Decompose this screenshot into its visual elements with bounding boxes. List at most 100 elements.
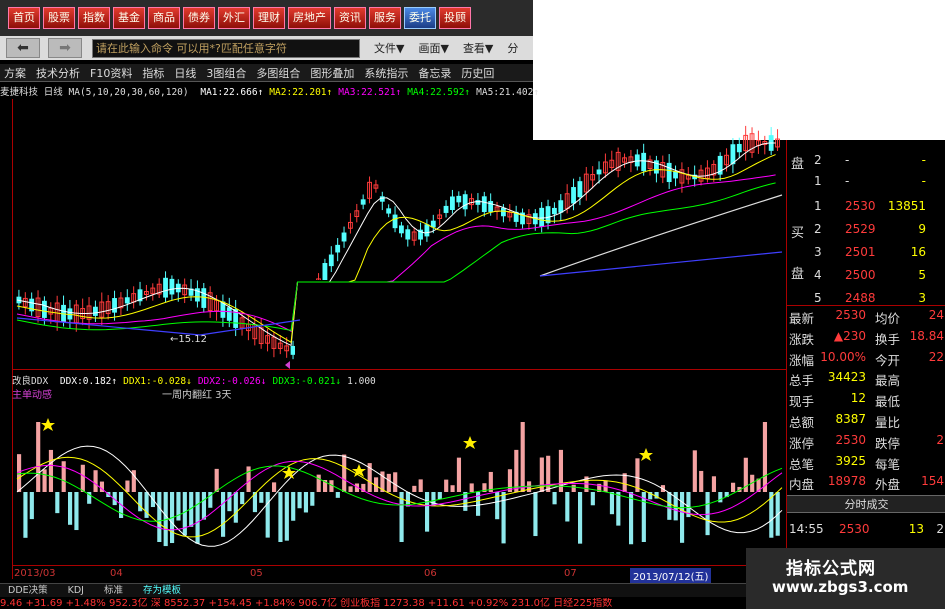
- candle-body: [641, 152, 647, 172]
- stat-row: 最新 2530 均价 24: [787, 307, 945, 327]
- ddx-bar: [265, 492, 270, 538]
- level: 3: [814, 245, 822, 259]
- stat-label: 总手: [789, 373, 815, 389]
- indicator-tab-0[interactable]: DDE决策: [0, 584, 56, 597]
- ddx-bar: [335, 492, 340, 498]
- volume: 13851: [887, 199, 926, 213]
- ddx-bar: [48, 449, 54, 492]
- candle-body: [430, 220, 436, 228]
- ddx-bar: [578, 492, 583, 544]
- stat-row: 总笔 3925 每笔: [787, 453, 945, 473]
- stat-value: 18978: [827, 474, 866, 489]
- quote-row: 1 - -: [787, 171, 945, 194]
- watermark: 指标公式网 www.zbgs3.com: [746, 548, 945, 609]
- level: 4: [814, 268, 822, 282]
- price: 2500: [845, 268, 876, 282]
- candle-body: [360, 199, 366, 205]
- trade-extra: 2: [936, 522, 944, 536]
- ddx-bar: [571, 484, 576, 492]
- indicator-number: 0.182: [82, 376, 112, 387]
- stat-label-2: 换手: [875, 331, 901, 347]
- quote-row: 2 2529 9: [787, 219, 945, 242]
- stat-label: 涨幅: [789, 352, 815, 368]
- ddx-bar: [36, 422, 41, 492]
- quote-panel: 盘 2- -1- - 买盘 1 2530 13851 2 2529 9 3 2501 16 4 2500 5 5 2…: [786, 140, 945, 580]
- indicator-sub-label: 主单动感: [12, 390, 52, 401]
- scroll-marker-icon[interactable]: [285, 361, 290, 369]
- ddx-bar: [469, 483, 474, 492]
- candle-body: [558, 200, 564, 213]
- candle-body: [730, 144, 736, 165]
- ddx-bar: [55, 492, 60, 514]
- candle-body: [539, 207, 545, 227]
- volume: -: [921, 153, 926, 167]
- level: 1: [814, 174, 822, 188]
- ddx-bar: [731, 482, 736, 492]
- ddx-bar: [348, 486, 353, 492]
- low-price-label: ←15.12: [170, 334, 207, 345]
- ddx-bar: [431, 492, 436, 507]
- indicator-tab-2[interactable]: 标准: [96, 584, 131, 597]
- stat-value: 34423: [827, 370, 866, 385]
- quote-row: 1 2530 13851: [787, 196, 945, 219]
- indicator-tab-1[interactable]: KDJ: [60, 584, 92, 597]
- stat-label: 现手: [789, 394, 815, 410]
- candle-body: [93, 306, 98, 316]
- date-label-5: 2013/07/12(五): [630, 568, 712, 583]
- ddx-bar: [342, 454, 347, 492]
- ddx-bar: [699, 470, 704, 492]
- star-icon: [463, 436, 477, 449]
- price: 2488: [845, 291, 876, 305]
- candle-body: [736, 143, 742, 153]
- ddx-bar: [450, 485, 455, 492]
- candle-body: [501, 207, 506, 217]
- candle-body: [462, 194, 468, 210]
- ddx-bar: [418, 479, 423, 492]
- ddx-bar: [629, 492, 634, 545]
- indicator-tab-3[interactable]: 存为模板: [135, 584, 189, 597]
- ddx-bar: [546, 455, 551, 492]
- candle-body: [42, 300, 47, 318]
- ddx-bar: [303, 492, 309, 513]
- ddx-bar: [680, 492, 685, 543]
- ddx-bar: [284, 492, 289, 541]
- ddx-bar: [74, 492, 79, 531]
- candle-body: [552, 207, 557, 215]
- ddx-bar: [667, 492, 672, 520]
- ddx-bar: [705, 492, 710, 536]
- candle-body: [169, 278, 175, 295]
- stat-value-2: 22: [928, 349, 944, 364]
- ddx-bar: [221, 492, 226, 537]
- stat-label-2: 量比: [875, 415, 901, 430]
- time-sales-header[interactable]: 分时成交: [787, 495, 945, 513]
- ddx-bar: [520, 422, 525, 492]
- stat-row: 现手 12 最低: [787, 390, 945, 410]
- ddx-bar: [565, 492, 570, 522]
- ddx-bar: [310, 492, 315, 506]
- ddx-bar: [42, 469, 47, 492]
- candle-body: [328, 254, 334, 267]
- stat-label-2: 外盘: [875, 477, 901, 493]
- volume: -: [921, 174, 926, 188]
- ddx-bar: [507, 469, 513, 492]
- ddx-bar: [227, 492, 232, 512]
- indicator-arrow: ↑: [111, 376, 118, 387]
- ddx-bar: [125, 480, 130, 492]
- trade-time: 14:55: [789, 522, 824, 536]
- candle-body: [443, 205, 449, 213]
- ddx-bar: [29, 492, 34, 520]
- indicator-number: -0.026: [226, 376, 261, 387]
- price: 2501: [845, 245, 876, 259]
- stat-label: 最新: [789, 311, 815, 326]
- ddx-bar: [533, 492, 538, 537]
- indicator-value-4: 1.000: [347, 376, 376, 387]
- stat-value: ▲230: [833, 328, 866, 343]
- ddx-bar: [412, 485, 417, 492]
- candle-body: [405, 229, 411, 240]
- candle-body: [450, 196, 455, 211]
- quote-row: 2 - -: [787, 150, 945, 173]
- ddx-bar: [616, 492, 621, 526]
- stat-row: 涨跌 ▲230 换手 18.84: [787, 328, 945, 348]
- candle-body: [673, 171, 678, 179]
- ddx-bar: [316, 474, 321, 492]
